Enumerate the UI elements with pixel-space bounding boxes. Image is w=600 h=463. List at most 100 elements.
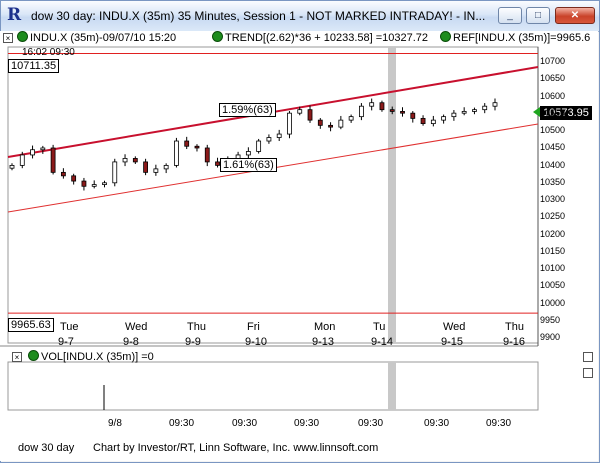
candle-body <box>132 158 138 163</box>
volume-legend: VOL[INDU.X (35m)] =0 <box>41 351 154 363</box>
chart-legend: × INDU.X (35m)-09/07/10 15:20 TREND[(2.6… <box>0 31 598 45</box>
y-tick-label: 10400 <box>540 159 566 170</box>
candle-body <box>19 154 25 166</box>
ref-low-price-box: 9965.63 <box>8 318 54 332</box>
candle-body <box>441 116 447 121</box>
candle-body <box>369 102 375 107</box>
x-day-label: Thu <box>187 321 206 333</box>
candle-body <box>245 151 251 156</box>
candle-body <box>348 116 354 121</box>
candle-body <box>420 117 426 125</box>
candle-body <box>482 105 488 111</box>
time-tick-label: 9/8 <box>108 418 122 429</box>
x-date-label: 9-10 <box>245 336 268 348</box>
y-tick-label: 9950 <box>540 314 561 325</box>
y-tick-label: 10650 <box>540 73 566 84</box>
y-tick-label: 10550 <box>540 107 566 118</box>
candle-body <box>9 164 15 169</box>
candle-body <box>194 145 200 149</box>
candle-body <box>60 171 66 177</box>
candle-body <box>71 175 77 182</box>
candle-body <box>276 133 282 138</box>
session-highlight-volume <box>388 362 396 410</box>
close-volume-pane-icon[interactable]: × <box>12 352 22 362</box>
candle-body <box>410 112 416 119</box>
candle-body <box>317 119 323 126</box>
candle-body <box>307 109 313 121</box>
candle-body <box>215 161 220 166</box>
candle-body <box>163 164 169 170</box>
candle-body <box>143 161 148 173</box>
candle-body <box>30 149 35 156</box>
x-day-label: Wed <box>443 321 466 333</box>
cursor-time-readout: 16:02 09:30 <box>22 47 75 58</box>
price-chart[interactable] <box>0 0 600 463</box>
candle-body <box>287 112 292 135</box>
time-tick-label: 09:30 <box>232 418 258 429</box>
candle-body <box>153 168 159 173</box>
candle-body <box>174 140 179 166</box>
x-date-label: 9-7 <box>58 336 74 348</box>
price-pane-border <box>7 46 539 344</box>
candle-body <box>204 147 210 163</box>
chart-credit: Chart by Investor/RT, Linn Software, Inc… <box>93 442 379 454</box>
y-tick-label: 10500 <box>540 125 566 135</box>
channel-lower-label: 1.61%(63) <box>220 158 277 172</box>
candle-body <box>359 105 364 118</box>
ref-status-icon <box>440 31 451 42</box>
status-bar: dow 30 day Chart by Investor/RT, Linn So… <box>0 440 598 460</box>
candle-body <box>184 140 190 147</box>
y-tick-label: 9900 <box>540 332 561 342</box>
last-price-marker <box>533 107 540 117</box>
time-tick-label: 09:30 <box>358 418 384 429</box>
time-tick-label: 09:30 <box>169 418 195 429</box>
candle-body <box>112 161 118 184</box>
y-tick-label: 10250 <box>540 211 566 222</box>
series-status-icon <box>17 31 28 42</box>
x-date-label: 9-13 <box>312 336 335 348</box>
candle-body <box>472 109 477 112</box>
y-tick-label: 10000 <box>540 297 566 308</box>
time-tick-label: 09:30 <box>486 418 512 429</box>
volume-status-icon <box>28 350 39 361</box>
candle-body <box>91 184 97 187</box>
candle-body <box>50 147 56 173</box>
x-day-label: Wed <box>125 321 148 333</box>
y-tick-label: 10700 <box>540 56 566 66</box>
x-date-label: 9-9 <box>185 336 201 348</box>
candle-body <box>389 109 395 112</box>
y-tick-label: 10350 <box>540 176 566 187</box>
candle-body <box>338 119 344 128</box>
x-day-label: Tue <box>60 321 79 333</box>
candle-body <box>102 182 107 185</box>
volume-pane-border <box>7 361 539 411</box>
candle-body <box>297 109 303 114</box>
candle-body <box>266 137 272 142</box>
ref-high-price-box: 10711.35 <box>8 59 60 73</box>
volume-pane-restore-icon[interactable] <box>583 368 593 378</box>
candle-body <box>492 102 498 107</box>
x-date-label: 9-14 <box>371 336 394 348</box>
x-day-label: Tu <box>373 321 386 333</box>
y-tick-label: 10300 <box>540 194 566 204</box>
legend-trend: TREND[(2.62)*36 + 10233.58] =10327.72 <box>225 32 429 44</box>
x-date-label: 9-16 <box>503 336 526 348</box>
y-tick-label: 10200 <box>540 228 566 239</box>
y-tick-label: 10600 <box>540 90 566 101</box>
legend-main-series: INDU.X (35m)-09/07/10 15:20 <box>30 32 177 44</box>
candle-body <box>430 119 436 125</box>
candle-body <box>400 111 405 114</box>
candle-body <box>461 111 467 114</box>
volume-pane-control-icon[interactable] <box>583 352 593 362</box>
candle-body <box>379 102 385 111</box>
candle-body <box>328 124 333 128</box>
trend-status-icon <box>212 31 223 42</box>
x-date-label: 9-8 <box>123 336 139 348</box>
x-day-label: Mon <box>314 321 336 333</box>
y-tick-label: 10100 <box>540 263 566 273</box>
candle-body <box>81 180 87 187</box>
time-tick-label: 09:30 <box>424 418 450 429</box>
y-tick-label: 10050 <box>540 280 566 291</box>
x-date-label: 9-15 <box>441 336 464 348</box>
close-pane-icon[interactable]: × <box>3 33 13 43</box>
